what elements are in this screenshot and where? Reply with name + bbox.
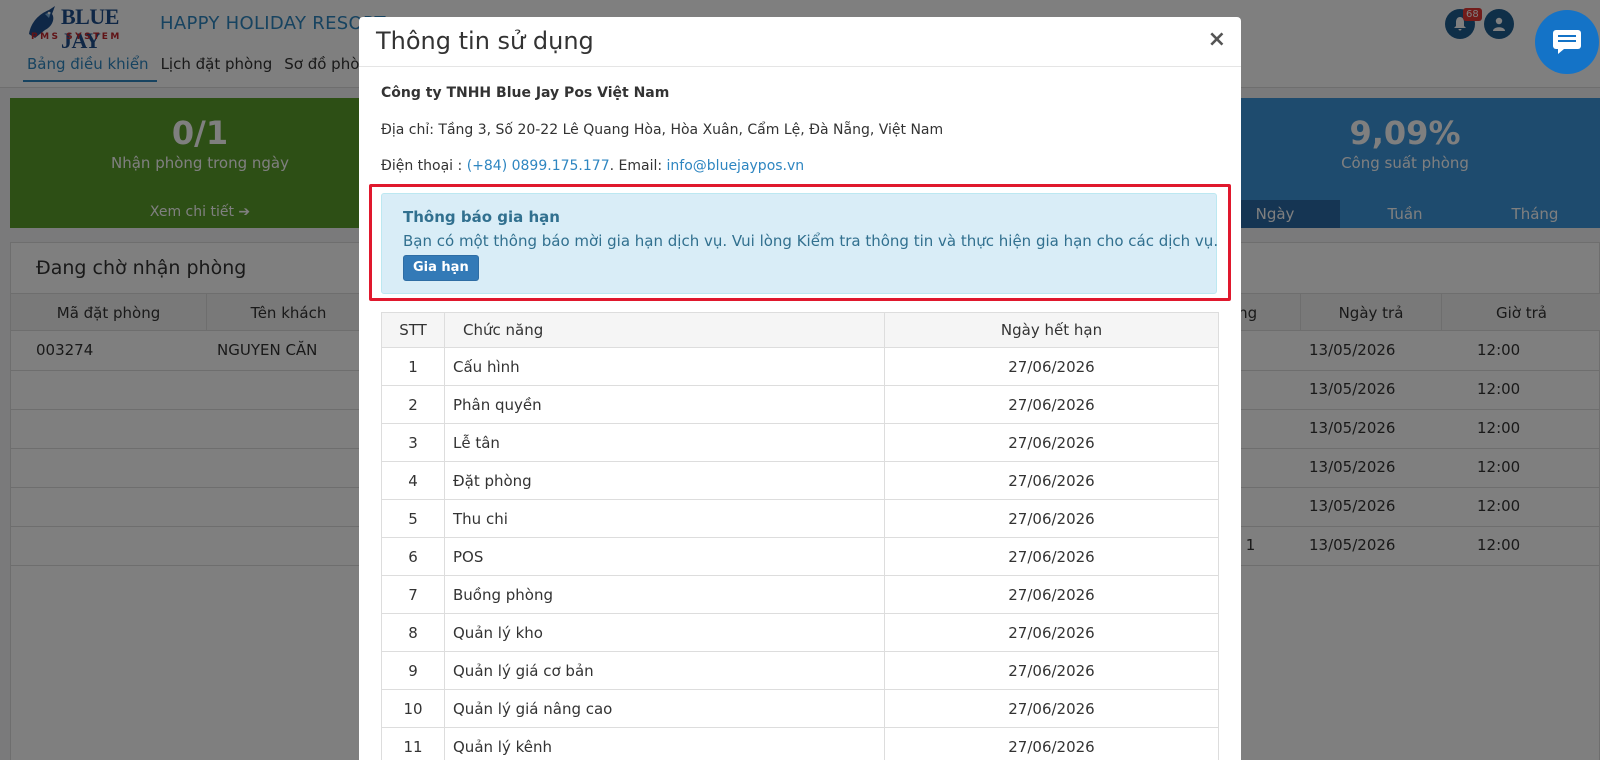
table-row: 1 Cấu hình 27/06/2026: [381, 347, 1219, 386]
row-stt: 5: [381, 499, 445, 538]
chat-icon: [1553, 30, 1581, 54]
table-row: 9 Quản lý giá cơ bản 27/06/2026: [381, 651, 1219, 690]
table-row: 7 Buồng phòng 27/06/2026: [381, 575, 1219, 614]
row-stt: 4: [381, 461, 445, 500]
row-expiry: 27/06/2026: [884, 461, 1219, 500]
modal-header: Thông tin sử dụng ×: [359, 17, 1241, 67]
row-function: Thu chi: [444, 499, 885, 538]
row-stt: 10: [381, 689, 445, 728]
table-row: 11 Quản lý kênh 27/06/2026: [381, 727, 1219, 760]
row-stt: 11: [381, 727, 445, 760]
email-label: . Email:: [609, 158, 667, 174]
row-expiry: 27/06/2026: [884, 689, 1219, 728]
table-row: 10 Quản lý giá nâng cao 27/06/2026: [381, 689, 1219, 728]
service-table: STT Chức năng Ngày hết hạn 1 Cấu hình 27/0…: [381, 312, 1219, 760]
company-address: Địa chỉ: Tầng 3, Số 20-22 Lê Quang Hòa, …: [381, 122, 944, 138]
row-stt: 9: [381, 651, 445, 690]
row-function: Phân quyền: [444, 385, 885, 424]
row-function: POS: [444, 537, 885, 576]
row-stt: 8: [381, 613, 445, 652]
row-function: Quản lý kênh: [444, 727, 885, 760]
table-row: 5 Thu chi 27/06/2026: [381, 499, 1219, 538]
renew-button[interactable]: Gia hạn: [403, 255, 479, 281]
row-function: Cấu hình: [444, 347, 885, 386]
phone-label: Điện thoại :: [381, 158, 467, 174]
row-stt: 6: [381, 537, 445, 576]
table-row: 6 POS 27/06/2026: [381, 537, 1219, 576]
table-row: 3 Lễ tân 27/06/2026: [381, 423, 1219, 462]
notice-title: Thông báo gia hạn: [403, 208, 560, 226]
row-expiry: 27/06/2026: [884, 347, 1219, 386]
table-row: 4 Đặt phòng 27/06/2026: [381, 461, 1219, 500]
row-function: Quản lý giá cơ bản: [444, 651, 885, 690]
row-expiry: 27/06/2026: [884, 651, 1219, 690]
row-function: Đặt phòng: [444, 461, 885, 500]
row-expiry: 27/06/2026: [884, 385, 1219, 424]
row-expiry: 27/06/2026: [884, 537, 1219, 576]
phone-link[interactable]: (+84) 0899.175.177: [467, 158, 610, 174]
row-stt: 1: [381, 347, 445, 386]
row-stt: 7: [381, 575, 445, 614]
notice-text: Bạn có một thông báo mời gia hạn dịch vụ…: [403, 232, 1219, 250]
row-function: Quản lý kho: [444, 613, 885, 652]
row-function: Quản lý giá nâng cao: [444, 689, 885, 728]
usage-info-modal: Thông tin sử dụng × Công ty TNHH Blue Ja…: [359, 17, 1241, 760]
row-function: Lễ tân: [444, 423, 885, 462]
company-name: Công ty TNHH Blue Jay Pos Việt Nam: [381, 85, 670, 101]
modal-title: Thông tin sử dụng: [376, 27, 594, 55]
col-expiry: Ngày hết hạn: [884, 312, 1219, 348]
contact-line: Điện thoại : (+84) 0899.175.177. Email: …: [381, 158, 804, 174]
row-expiry: 27/06/2026: [884, 727, 1219, 760]
table-row: 8 Quản lý kho 27/06/2026: [381, 613, 1219, 652]
table-row: 2 Phân quyền 27/06/2026: [381, 385, 1219, 424]
row-expiry: 27/06/2026: [884, 575, 1219, 614]
chat-button[interactable]: [1535, 10, 1599, 74]
table-header-row: STT Chức năng Ngày hết hạn: [381, 312, 1219, 348]
close-icon[interactable]: ×: [1208, 27, 1226, 52]
col-function: Chức năng: [444, 312, 885, 348]
col-stt: STT: [381, 312, 445, 348]
row-expiry: 27/06/2026: [884, 613, 1219, 652]
email-link[interactable]: info@bluejaypos.vn: [667, 158, 805, 174]
row-expiry: 27/06/2026: [884, 423, 1219, 462]
row-expiry: 27/06/2026: [884, 499, 1219, 538]
row-stt: 3: [381, 423, 445, 462]
renewal-notice: Thông báo gia hạn Bạn có một thông báo m…: [381, 193, 1219, 294]
row-stt: 2: [381, 385, 445, 424]
row-function: Buồng phòng: [444, 575, 885, 614]
